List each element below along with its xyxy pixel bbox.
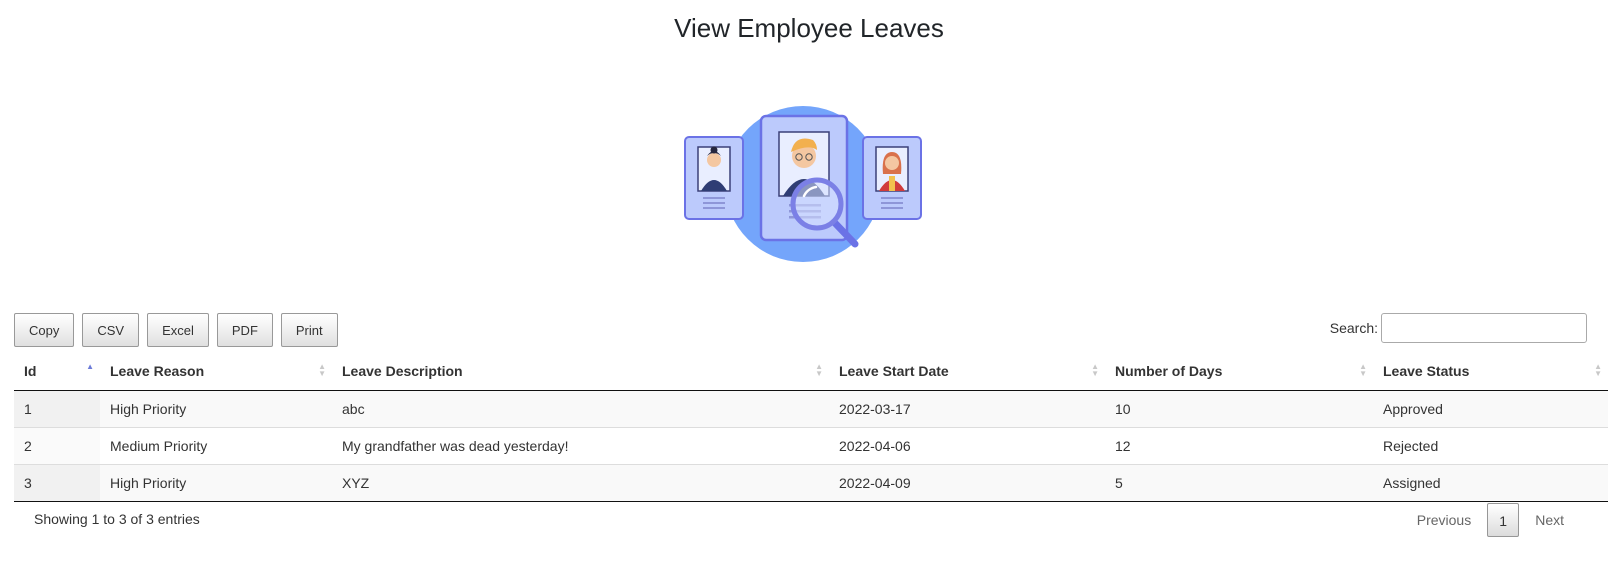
- cell-leave-status: Rejected: [1373, 427, 1608, 465]
- table-row: 2 Medium Priority My grandfather was dea…: [14, 427, 1608, 465]
- cell-id: 2: [14, 427, 100, 465]
- column-header-label: Id: [24, 363, 37, 379]
- sort-both-icon: ▲ ▼: [1594, 362, 1602, 378]
- cell-leave-reason: High Priority: [100, 464, 332, 502]
- sort-both-icon: ▲ ▼: [815, 362, 823, 378]
- table-header-row: Id ▲ Leave Reason ▲ ▼ Leave Description ▲…: [14, 354, 1608, 391]
- column-header-id[interactable]: Id ▲: [14, 354, 100, 391]
- cell-leave-description: abc: [332, 390, 829, 428]
- table-row: 1 High Priority abc 2022-03-17 10 Approv…: [14, 390, 1608, 428]
- sort-ascending-icon: ▲: [86, 362, 94, 371]
- table-info: Showing 1 to 3 of 3 entries: [34, 511, 200, 527]
- pagination: Previous 1 Next: [1401, 503, 1580, 537]
- search-label: Search:: [1329, 320, 1378, 336]
- sort-both-icon: ▲ ▼: [1091, 362, 1099, 378]
- column-header-leave-status[interactable]: Leave Status ▲ ▼: [1373, 354, 1608, 391]
- column-header-number-of-days[interactable]: Number of Days ▲ ▼: [1105, 354, 1373, 391]
- sort-both-icon: ▲ ▼: [318, 362, 326, 378]
- print-button[interactable]: Print: [280, 313, 338, 347]
- page-1-button[interactable]: 1: [1487, 503, 1520, 537]
- excel-button[interactable]: Excel: [147, 313, 209, 347]
- cell-number-of-days: 5: [1105, 464, 1373, 502]
- column-header-label: Number of Days: [1115, 363, 1223, 379]
- column-header-label: Leave Reason: [110, 363, 205, 379]
- column-header-label: Leave Description: [342, 363, 463, 379]
- column-header-label: Leave Status: [1383, 363, 1470, 379]
- leaves-table: Id ▲ Leave Reason ▲ ▼ Leave Description ▲…: [14, 354, 1608, 502]
- employee-search-illustration: [684, 106, 922, 262]
- export-buttons: Copy CSV Excel PDF Print: [14, 313, 338, 347]
- cell-leave-reason: Medium Priority: [100, 427, 332, 465]
- cell-leave-reason: High Priority: [100, 390, 332, 428]
- column-header-leave-reason[interactable]: Leave Reason ▲ ▼: [100, 354, 332, 391]
- copy-button[interactable]: Copy: [14, 313, 75, 347]
- cell-leave-description: XYZ: [332, 464, 829, 502]
- next-page-button[interactable]: Next: [1519, 503, 1580, 537]
- cell-id: 3: [14, 464, 100, 502]
- column-header-leave-start-date[interactable]: Leave Start Date ▲ ▼: [829, 354, 1105, 391]
- cell-leave-status: Assigned: [1373, 464, 1608, 502]
- search-box: Search:: [1330, 313, 1587, 343]
- cell-number-of-days: 12: [1105, 427, 1373, 465]
- column-header-label: Leave Start Date: [839, 363, 949, 379]
- page-title: View Employee Leaves: [674, 13, 944, 43]
- left-employee-card: [684, 136, 744, 220]
- cell-number-of-days: 10: [1105, 390, 1373, 428]
- cell-leave-description: My grandfather was dead yesterday!: [332, 427, 829, 465]
- cell-id: 1: [14, 390, 100, 428]
- pdf-button[interactable]: PDF: [216, 313, 273, 347]
- sort-both-icon: ▲ ▼: [1359, 362, 1367, 378]
- csv-button[interactable]: CSV: [82, 313, 140, 347]
- column-header-leave-description[interactable]: Leave Description ▲ ▼: [332, 354, 829, 391]
- cell-leave-start-date: 2022-04-09: [829, 464, 1105, 502]
- search-input[interactable]: [1381, 313, 1587, 343]
- previous-page-button[interactable]: Previous: [1401, 503, 1487, 537]
- right-employee-card: [862, 136, 922, 220]
- cell-leave-start-date: 2022-03-17: [829, 390, 1105, 428]
- table-row: 3 High Priority XYZ 2022-04-09 5 Assigne…: [14, 464, 1608, 502]
- cell-leave-status: Approved: [1373, 390, 1608, 428]
- cell-leave-start-date: 2022-04-06: [829, 427, 1105, 465]
